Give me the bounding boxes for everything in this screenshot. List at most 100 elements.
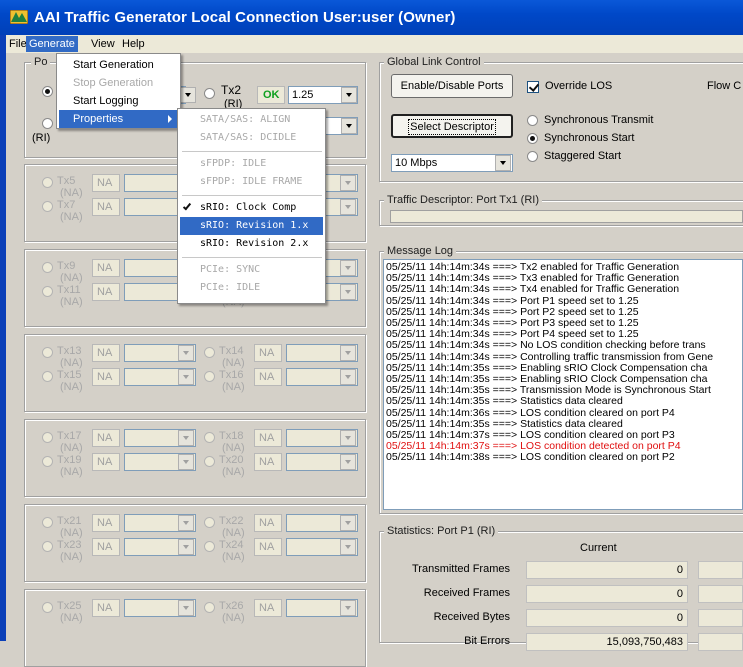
port-speed-dropdown[interactable] [340,260,356,276]
sync-start-label: Synchronous Start [544,132,635,144]
port-label: Tx9 [57,260,76,272]
port-radio[interactable] [42,347,53,358]
stat-value-secondary [698,633,743,651]
pcie-idle-item[interactable]: PCIe: IDLE [180,279,323,297]
port-speed-dropdown[interactable] [178,454,194,470]
port-radio[interactable] [42,177,53,188]
tx1-speed-dropdown[interactable] [180,87,196,103]
select-descriptor-button[interactable]: Select Descriptor [391,114,513,138]
sync-transmit-radio[interactable] [527,115,538,126]
override-los-checkbox[interactable] [527,81,539,93]
port-radio[interactable] [42,371,53,382]
port-label: Tx7 [57,199,76,211]
port-speed-dropdown[interactable] [340,539,356,555]
port-label: Tx25 [57,600,82,612]
traffic-descriptor-field [390,210,743,223]
enable-disable-ports-button[interactable]: Enable/Disable Ports [391,74,513,98]
sata-sas-align-item[interactable]: SATA/SAS: ALIGN [180,111,323,129]
port-speed-dropdown[interactable] [340,515,356,531]
sfpdp-idle-frame-item[interactable]: sFPDP: IDLE FRAME [180,173,323,191]
port-radio[interactable] [42,517,53,528]
stat-value-secondary [698,561,743,579]
chevron-down-icon [345,266,351,270]
port-radio[interactable] [204,517,215,528]
port-speed-dropdown[interactable] [178,600,194,616]
stat-value: 0 [526,585,688,603]
log-entry: 05/25/11 14h:14m:34s ===> Tx4 enabled fo… [386,283,680,296]
port-radio[interactable] [204,432,215,443]
port-sublabel: (NA) [222,466,245,478]
port-radio[interactable] [42,286,53,297]
stop-generation-item[interactable]: Stop Generation [59,74,178,92]
port-speed-dropdown[interactable] [340,430,356,446]
port-radio[interactable] [204,371,215,382]
statistics-column-header: Current [580,542,617,554]
port-speed-dropdown[interactable] [340,600,356,616]
port-radio[interactable] [42,201,53,212]
port-status: NA [254,453,282,471]
pcie-sync-item[interactable]: PCIe: SYNC [180,261,323,279]
rx2-speed-dropdown[interactable] [341,118,357,134]
port-label: Tx15 [57,369,82,381]
traffic-descriptor-title: Traffic Descriptor: Port Tx1 (RI) [384,194,542,206]
port-speed-dropdown[interactable] [340,199,356,215]
statistics-title: Statistics: Port P1 (RI) [384,525,499,537]
port-speed-dropdown[interactable] [178,515,194,531]
port-speed-dropdown[interactable] [340,345,356,361]
port-radio[interactable] [42,432,53,443]
port-label: Tx14 [219,345,244,357]
port-sublabel: (NA) [60,381,83,393]
menu-help[interactable]: Help [119,36,148,52]
port-sublabel: (NA) [60,527,83,539]
link-speed-dropdown[interactable] [495,155,511,171]
global-link-title: Global Link Control [384,56,484,68]
staggered-start-radio[interactable] [527,151,538,162]
port-radio[interactable] [42,602,53,613]
port-speed-dropdown[interactable] [340,454,356,470]
sata-sas-dcidle-item[interactable]: SATA/SAS: DCIDLE [180,129,323,147]
rx1-radio[interactable] [42,118,53,129]
port-radio[interactable] [42,456,53,467]
port-speed-dropdown[interactable] [178,430,194,446]
chevron-down-icon [345,436,351,440]
staggered-start-label: Staggered Start [544,150,622,162]
port-radio[interactable] [204,541,215,552]
flow-control-button[interactable]: Flow C [707,80,741,92]
port-radio[interactable] [204,602,215,613]
port-radio[interactable] [204,456,215,467]
message-log-list[interactable]: 05/25/11 14h:14m:34s ===> Tx2 enabled fo… [383,259,743,510]
menu-view[interactable]: View [88,36,118,52]
stat-value-secondary [698,585,743,603]
port-sublabel: (NA) [222,357,245,369]
port-speed-dropdown[interactable] [340,284,356,300]
start-generation-item[interactable]: Start Generation [59,56,178,74]
tx1-radio[interactable] [42,86,53,97]
chevron-down-icon [183,351,189,355]
srio-revision-1x-item[interactable]: sRIO: Revision 1.x [180,217,323,235]
stat-label: Received Bytes [433,611,510,623]
sfpdp-idle-item[interactable]: sFPDP: IDLE [180,155,323,173]
tx2-radio[interactable] [204,88,215,99]
port-speed-dropdown[interactable] [178,539,194,555]
port-speed-dropdown[interactable] [340,369,356,385]
port-radio[interactable] [42,262,53,273]
sync-start-radio[interactable] [527,133,538,144]
srio-clock-comp-item[interactable]: sRIO: Clock Comp [180,199,323,217]
port-status: NA [92,368,120,386]
srio-revision-2x-item[interactable]: sRIO: Revision 2.x [180,235,323,253]
rx1-sublabel: (RI) [32,132,51,144]
port-speed-dropdown[interactable] [178,369,194,385]
port-speed-dropdown[interactable] [340,175,356,191]
port-status: NA [92,259,120,277]
tx2-speed-dropdown[interactable] [341,87,357,103]
start-logging-item[interactable]: Start Logging [59,92,178,110]
port-radio[interactable] [42,541,53,552]
port-status: NA [254,538,282,556]
port-radio[interactable] [204,347,215,358]
port-label: Tx24 [219,539,244,551]
menu-generate[interactable]: Generate [26,36,78,52]
chevron-down-icon [183,375,189,379]
port-speed-dropdown[interactable] [178,345,194,361]
properties-item[interactable]: Properties [59,110,178,128]
title-bar[interactable]: AAI Traffic Generator Local Connection U… [0,0,743,35]
